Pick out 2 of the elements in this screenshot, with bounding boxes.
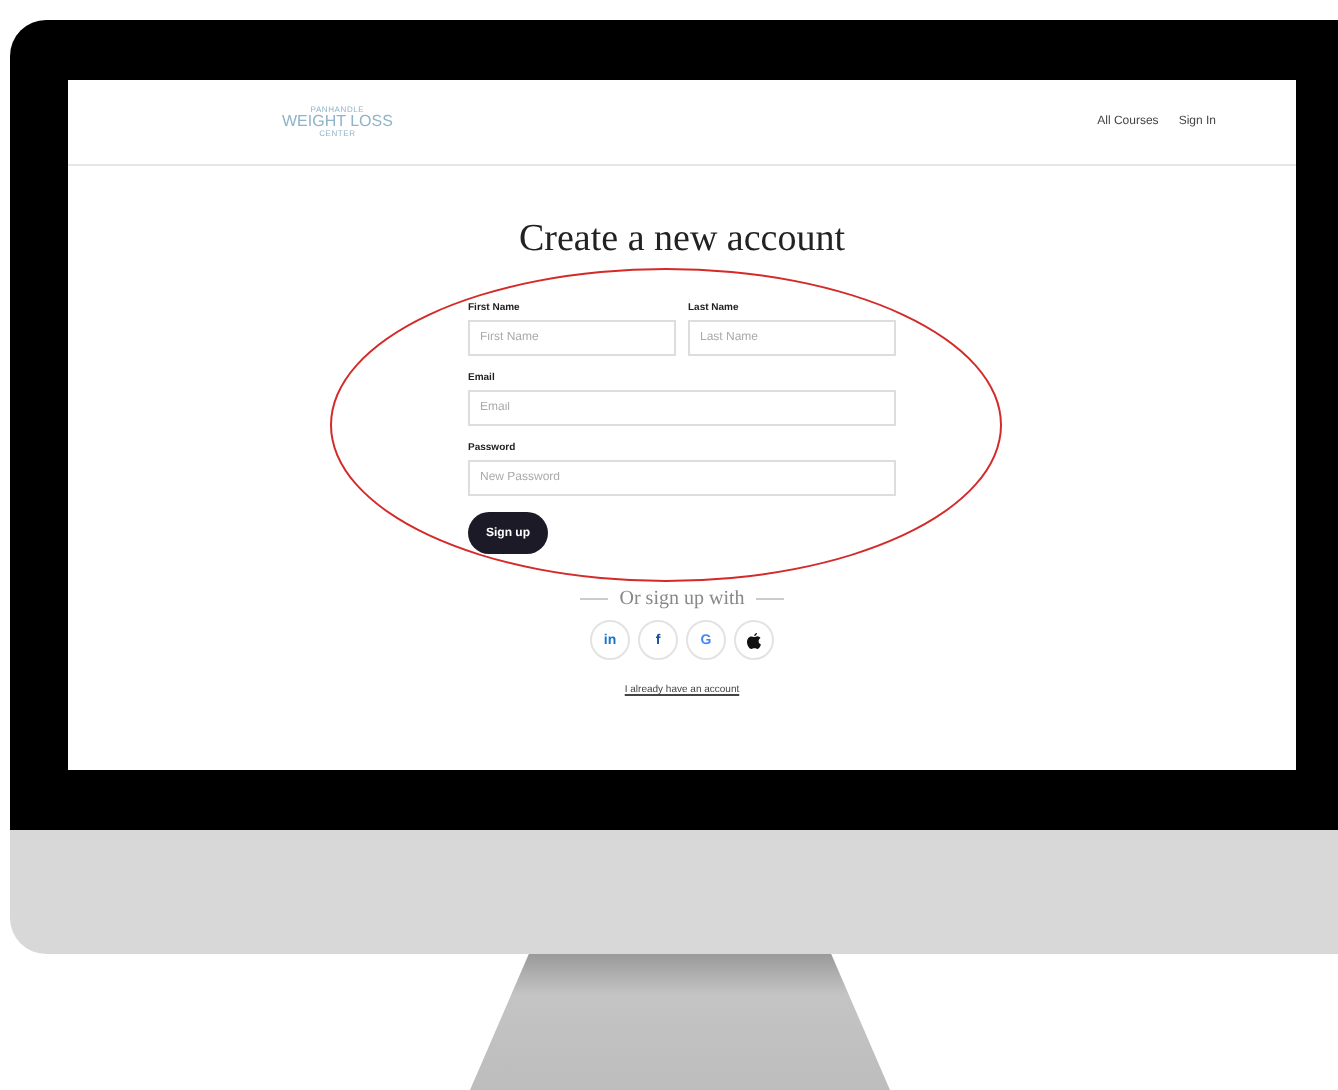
divider-text: Or sign up with [619, 588, 745, 610]
page-title: Create a new account [519, 218, 845, 262]
